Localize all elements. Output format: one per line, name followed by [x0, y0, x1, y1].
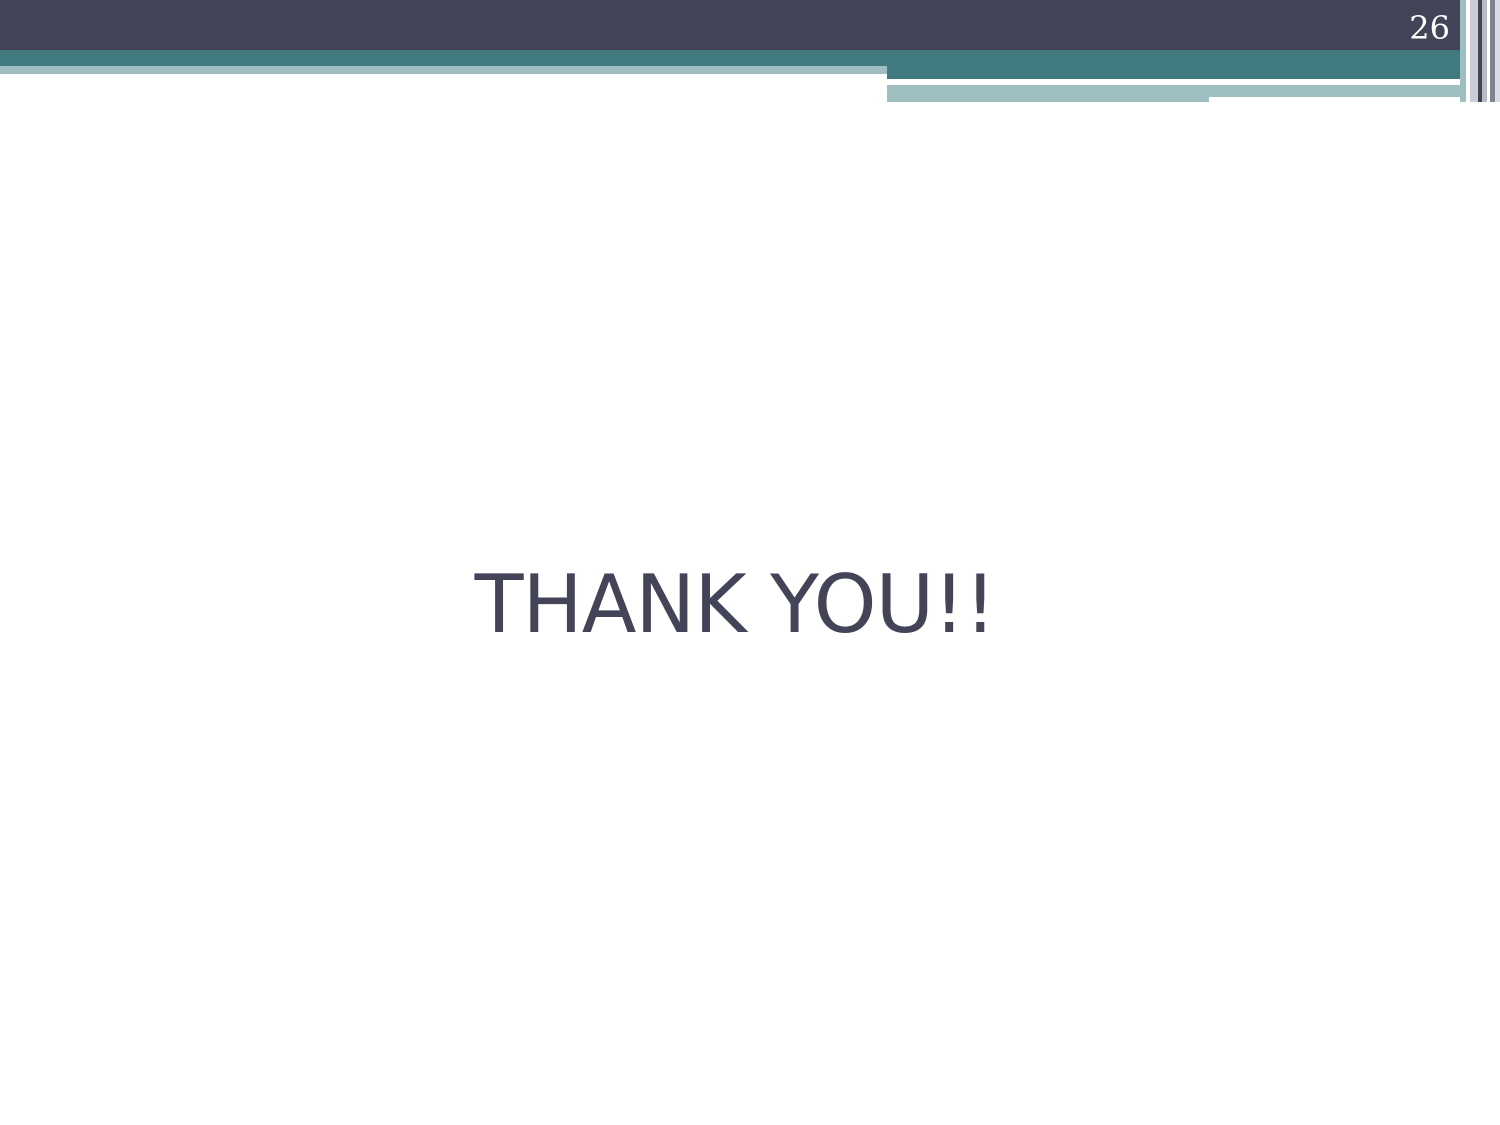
decorative-stripe	[1470, 0, 1478, 102]
teal-band	[0, 50, 1460, 66]
decorative-stripe	[1495, 0, 1500, 102]
page-number: 26	[1409, 9, 1450, 47]
header-bar	[0, 0, 1500, 50]
light-band-right-lower	[887, 97, 1209, 102]
light-band-right	[887, 85, 1460, 97]
light-band-left	[0, 66, 887, 74]
slide-title: THANK YOU!!	[474, 558, 997, 651]
teal-step	[887, 66, 1460, 79]
